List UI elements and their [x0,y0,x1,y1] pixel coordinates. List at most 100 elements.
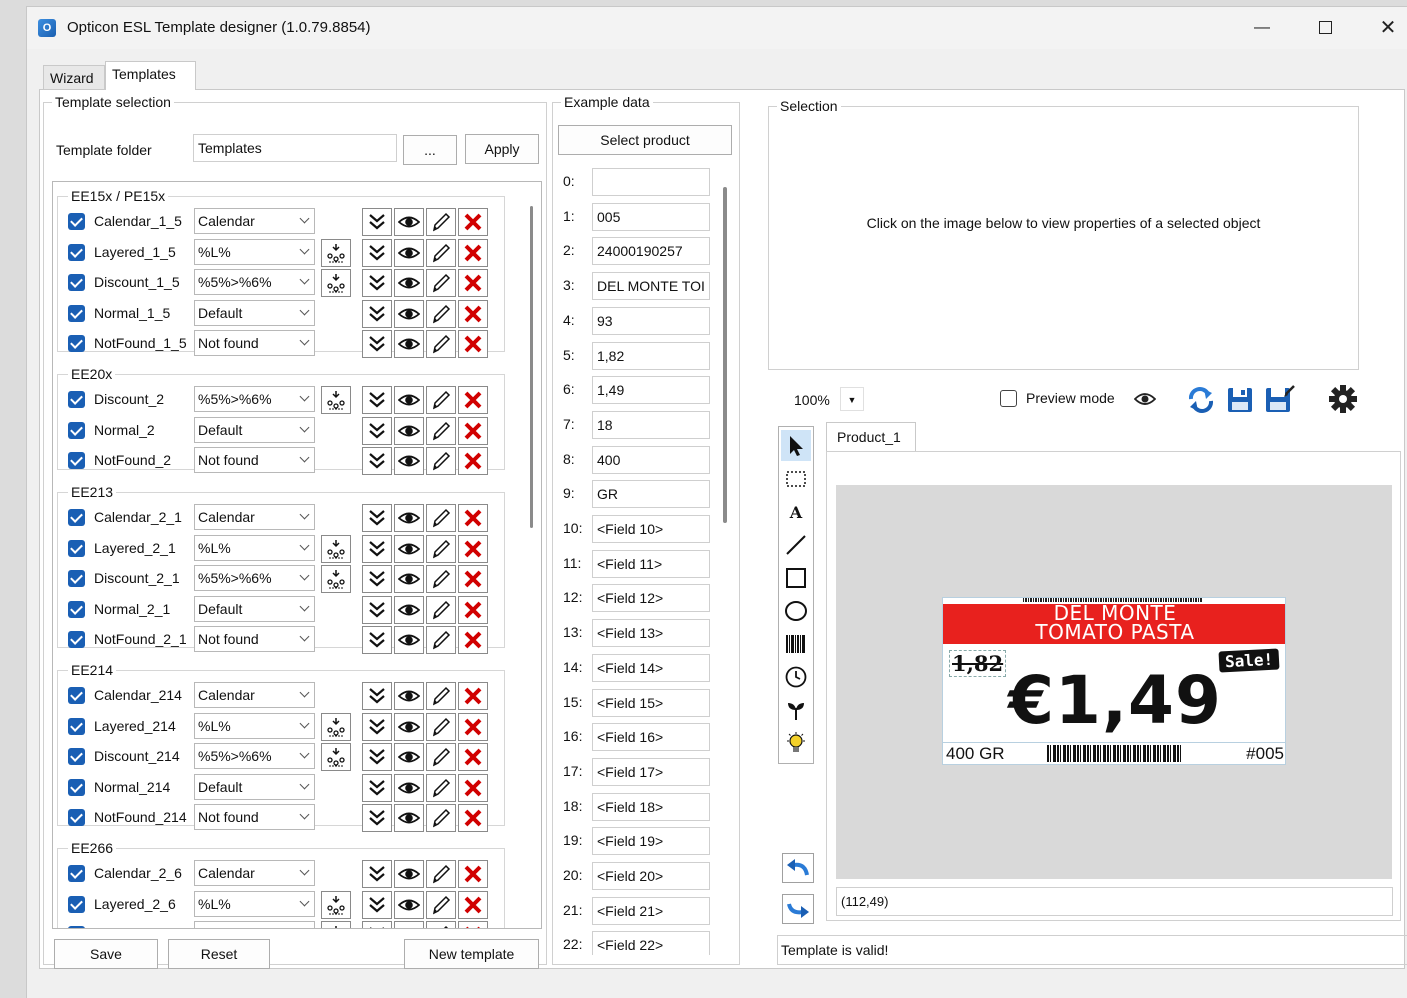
expand-button[interactable] [362,269,392,297]
template-enabled-checkbox[interactable] [68,421,85,439]
template-enabled-checkbox[interactable] [68,243,85,261]
example-field-input[interactable]: 1,49 [592,376,710,405]
expand-button[interactable] [362,682,392,710]
edit-button[interactable] [426,447,456,475]
example-field-input[interactable]: <Field 13> [592,619,710,648]
preview-mode-checkbox[interactable] [1000,390,1017,407]
layer-button[interactable] [321,269,351,297]
expand-button[interactable] [362,804,392,832]
expand-button[interactable] [362,773,392,802]
example-field-input[interactable] [592,168,710,196]
example-field-input[interactable]: <Field 17> [592,757,710,786]
example-field-input[interactable]: 1,82 [592,341,710,370]
template-enabled-checkbox[interactable] [68,631,85,648]
preview-button[interactable] [394,860,424,888]
delete-button[interactable] [458,208,488,236]
template-condition-combo[interactable]: %5%>%6% [194,269,315,295]
tab-wizard[interactable]: Wizard [43,65,105,89]
esl-label-preview[interactable]: DEL MONTE TOMATO PASTA 1,82 Sale! €1,49 … [942,597,1286,765]
example-field-input[interactable]: 005 [592,202,710,231]
example-field-input[interactable]: 93 [592,306,710,335]
preview-button[interactable] [394,626,424,654]
template-enabled-checkbox[interactable] [68,926,85,928]
maximize-button[interactable] [1302,13,1348,43]
template-condition-combo[interactable]: Not found [194,447,315,473]
pointer-tool[interactable] [781,430,811,461]
layer-button[interactable] [321,890,351,919]
example-field-input[interactable]: <Field 19> [592,827,710,856]
label-title-band[interactable]: DEL MONTE TOMATO PASTA [943,603,1285,644]
layer-button[interactable] [321,712,351,741]
template-enabled-checkbox[interactable] [68,274,85,291]
example-field-input[interactable]: GR [592,480,710,509]
preview-button[interactable] [394,712,424,741]
delete-button[interactable] [458,773,488,802]
redo-button[interactable] [782,894,814,924]
text-tool[interactable]: A [781,496,811,527]
template-condition-combo[interactable]: %L% [194,890,315,917]
preview-button[interactable] [394,447,424,475]
tab-templates[interactable]: Templates [105,61,196,90]
template-condition-combo[interactable]: Default [194,595,315,622]
layer-button[interactable] [321,534,351,563]
browse-folder-button[interactable]: ... [403,135,457,165]
template-condition-combo[interactable]: %5%>%6% [194,565,315,591]
template-enabled-checkbox[interactable] [68,509,85,526]
expand-button[interactable] [362,626,392,654]
delete-button[interactable] [458,269,488,297]
edit-button[interactable] [426,504,456,532]
template-enabled-checkbox[interactable] [68,865,85,882]
example-field-input[interactable]: <Field 18> [592,792,710,821]
preview-button[interactable] [394,208,424,236]
template-condition-combo[interactable]: Default [194,416,315,443]
expand-button[interactable] [362,504,392,532]
template-enabled-checkbox[interactable] [68,304,85,322]
template-enabled-checkbox[interactable] [68,895,85,913]
template-enabled-checkbox[interactable] [68,391,85,408]
template-folder-input[interactable]: Templates [193,134,397,162]
apply-button[interactable]: Apply [465,134,539,164]
template-condition-combo[interactable]: Not found [194,330,315,356]
save-button[interactable]: Save [54,939,158,969]
template-condition-combo[interactable]: Calendar [194,208,315,234]
preview-button[interactable] [394,743,424,771]
template-enabled-checkbox[interactable] [68,717,85,735]
preview-button[interactable] [394,773,424,802]
template-condition-combo[interactable]: %5%>%6% [194,743,315,769]
refresh-icon[interactable] [1186,386,1216,414]
example-field-input[interactable]: <Field 15> [592,688,710,717]
expand-button[interactable] [362,447,392,475]
delete-button[interactable] [458,330,488,358]
layer-button[interactable] [321,743,351,771]
edit-button[interactable] [426,269,456,297]
new-template-button[interactable]: New template [404,939,539,969]
delete-button[interactable] [458,804,488,832]
expand-button[interactable] [362,534,392,563]
example-field-input[interactable]: <Field 12> [592,584,710,613]
layer-button[interactable] [321,565,351,593]
edit-button[interactable] [426,921,456,928]
edit-button[interactable] [426,890,456,919]
example-field-input[interactable]: <Field 21> [592,896,710,925]
template-condition-combo[interactable]: %5%>%6% [194,921,315,928]
label-code[interactable]: #005 [1246,744,1284,764]
canvas-tab-product[interactable]: Product_1 [826,422,916,452]
edit-button[interactable] [426,860,456,888]
template-enabled-checkbox[interactable] [68,570,85,587]
preview-button[interactable] [394,299,424,328]
delete-button[interactable] [458,626,488,654]
barcode-tool[interactable] [781,628,811,659]
template-enabled-checkbox[interactable] [68,213,85,230]
design-canvas[interactable]: DEL MONTE TOMATO PASTA 1,82 Sale! €1,49 … [836,485,1392,879]
edit-button[interactable] [426,804,456,832]
expand-button[interactable] [362,890,392,919]
plant-tool[interactable] [781,694,811,725]
preview-button[interactable] [394,595,424,624]
preview-button[interactable] [394,416,424,445]
edit-button[interactable] [426,416,456,445]
save-icon[interactable] [1226,386,1254,414]
expand-button[interactable] [362,921,392,928]
delete-button[interactable] [458,743,488,771]
layer-button[interactable] [321,238,351,267]
edit-button[interactable] [426,712,456,741]
